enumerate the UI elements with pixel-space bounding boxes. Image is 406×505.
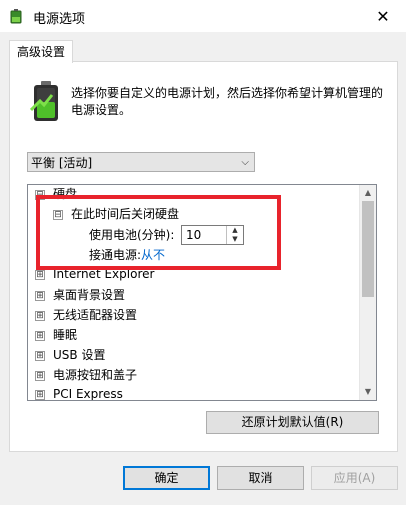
title-bar: 电源选项 ✕ xyxy=(0,0,406,32)
expand-icon[interactable]: ⊞ xyxy=(35,389,45,400)
scroll-down-icon[interactable]: ▼ xyxy=(360,384,376,400)
tab-advanced-settings[interactable]: 高级设置 xyxy=(9,40,73,63)
expand-icon[interactable]: ⊞ xyxy=(35,370,45,381)
restore-defaults-button[interactable]: 还原计划默认值(R) xyxy=(206,411,379,434)
expand-icon[interactable]: ⊞ xyxy=(35,310,45,321)
close-button[interactable]: ✕ xyxy=(360,0,406,32)
expand-icon[interactable]: ⊞ xyxy=(35,269,45,280)
power-options-icon xyxy=(10,9,22,24)
expand-icon[interactable]: ⊞ xyxy=(35,290,45,301)
chevron-down-icon: ⌵ xyxy=(241,157,249,168)
expand-icon[interactable]: ⊞ xyxy=(35,350,45,361)
highlight-box xyxy=(36,195,281,270)
window-title: 电源选项 xyxy=(33,12,86,27)
power-plan-value: 平衡 [活动] xyxy=(31,156,93,170)
close-icon: ✕ xyxy=(376,6,390,26)
apply-button[interactable]: 应用(A) xyxy=(311,466,398,490)
battery-icon xyxy=(30,81,58,121)
power-plan-select[interactable]: 平衡 [活动] ⌵ xyxy=(27,152,255,172)
scroll-up-icon[interactable]: ▲ xyxy=(360,185,376,201)
tree-item-sleep[interactable]: ⊞ 睡眠 xyxy=(35,326,77,344)
scroll-thumb[interactable] xyxy=(362,201,374,297)
tree-scrollbar[interactable]: ▲ ▼ xyxy=(359,185,376,400)
description-text: 选择你要自定义的电源计划，然后选择你希望计算机管理的电源设置。 xyxy=(71,86,384,117)
tree-item-pci-express[interactable]: ⊞ PCI Express xyxy=(35,385,123,400)
tree-item-power-buttons[interactable]: ⊞ 电源按钮和盖子 xyxy=(35,366,137,384)
tree-item-desktop-background[interactable]: ⊞ 桌面背景设置 xyxy=(35,286,125,304)
expand-icon[interactable]: ⊞ xyxy=(35,330,45,341)
tree-item-usb[interactable]: ⊞ USB 设置 xyxy=(35,346,105,364)
cancel-button[interactable]: 取消 xyxy=(217,466,304,490)
tree-item-wireless-adapter[interactable]: ⊞ 无线适配器设置 xyxy=(35,306,137,324)
ok-button[interactable]: 确定 xyxy=(123,466,210,490)
